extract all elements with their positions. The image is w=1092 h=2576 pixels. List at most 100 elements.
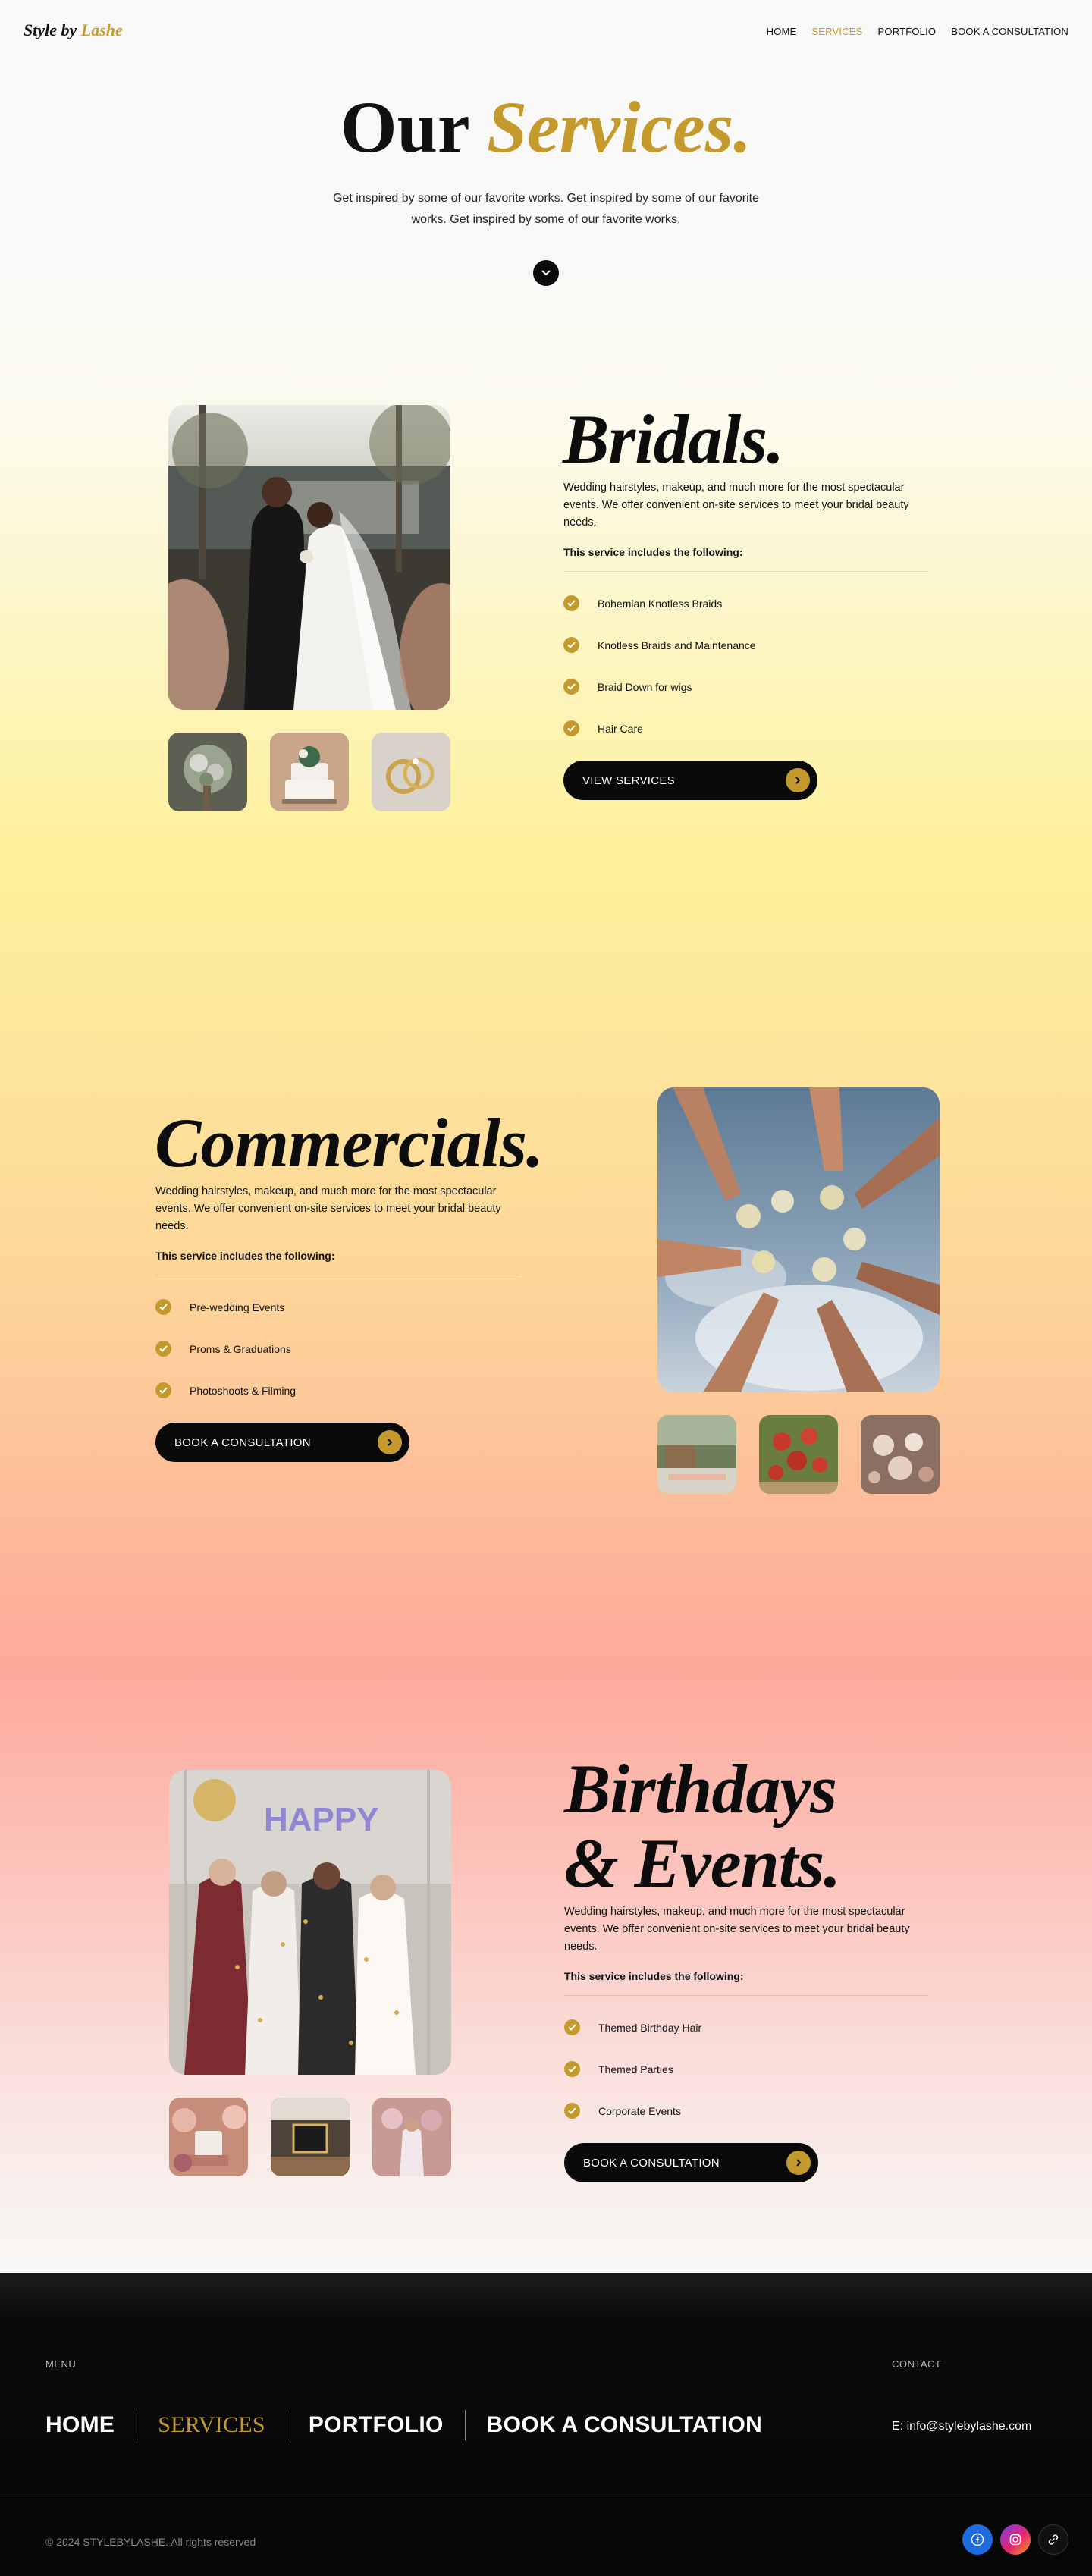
check-icon bbox=[563, 637, 579, 653]
list-item: Pre-wedding Events bbox=[155, 1286, 296, 1328]
birthdays-title: Birthdays & Events. bbox=[564, 1750, 841, 1902]
birthdays-service-list: Themed Birthday Hair Themed Parties Corp… bbox=[564, 2007, 701, 2132]
instagram-button[interactable] bbox=[1000, 2524, 1031, 2555]
commercials-subheading: This service includes the following: bbox=[155, 1250, 335, 1262]
footer-home-link[interactable]: HOME bbox=[46, 2412, 115, 2438]
social-links bbox=[962, 2524, 1068, 2555]
list-item-label: Proms & Graduations bbox=[190, 1342, 291, 1355]
footer-services-link[interactable]: SERVICES bbox=[158, 2412, 265, 2438]
view-services-button[interactable]: VIEW SERVICES bbox=[563, 761, 817, 800]
birthdays-title-line2: & Events. bbox=[564, 1825, 841, 1902]
hero-description: Get inspired by some of our favorite wor… bbox=[332, 192, 760, 226]
chevron-down-icon bbox=[541, 270, 551, 276]
list-item: Themed Birthday Hair bbox=[564, 2007, 701, 2048]
birthdays-divider bbox=[564, 1995, 928, 1996]
footer-menu-label: MENU bbox=[46, 2358, 77, 2370]
facebook-button[interactable] bbox=[962, 2524, 993, 2555]
footer-book-consultation-link[interactable]: BOOK A CONSULTATION bbox=[487, 2412, 762, 2438]
book-consultation-label: BOOK A CONSULTATION bbox=[174, 1435, 311, 1449]
bridals-thumb-bouquet[interactable] bbox=[168, 733, 247, 811]
page-title-accent: Services. bbox=[486, 86, 752, 168]
list-item-label: Corporate Events bbox=[598, 2104, 681, 2117]
list-item-label: Photoshoots & Filming bbox=[190, 1384, 297, 1397]
birthdays-thumb-party[interactable] bbox=[372, 2098, 451, 2176]
nav-portfolio-link[interactable]: PORTFOLIO bbox=[878, 26, 937, 37]
chevron-right-icon bbox=[378, 1430, 402, 1454]
site-header: Style by Lashe HOME SERVICES PORTFOLIO B… bbox=[0, 0, 1092, 62]
instagram-icon bbox=[1009, 2534, 1021, 2546]
list-item-label: Bohemian Knotless Braids bbox=[598, 597, 723, 610]
footer-portfolio-link[interactable]: PORTFOLIO bbox=[309, 2412, 444, 2438]
list-item: Proms & Graduations bbox=[155, 1328, 296, 1370]
chevron-right-icon bbox=[786, 2151, 811, 2175]
commercials-thumb-table[interactable] bbox=[861, 1415, 940, 1494]
check-icon bbox=[564, 2103, 580, 2119]
list-item: Corporate Events bbox=[564, 2090, 701, 2132]
check-icon bbox=[564, 2019, 580, 2035]
footer-contact-label: CONTACT bbox=[892, 2358, 942, 2370]
bridals-subheading: This service includes the following: bbox=[563, 546, 743, 558]
list-item-label: Braid Down for wigs bbox=[598, 680, 692, 693]
page-title: Our Services. bbox=[0, 87, 1092, 168]
bridals-title: Bridals. bbox=[563, 400, 784, 478]
commercials-thumb-garden[interactable] bbox=[657, 1415, 736, 1494]
list-item: Themed Parties bbox=[564, 2048, 701, 2090]
bridals-divider bbox=[563, 571, 927, 572]
list-item: Hair Care bbox=[563, 708, 756, 749]
bridals-thumb-rings[interactable] bbox=[372, 733, 450, 811]
logo-text: Style by bbox=[24, 20, 77, 39]
commercials-thumb-flowers[interactable] bbox=[759, 1415, 838, 1494]
site-footer: MENU CONTACT HOME SERVICES PORTFOLIO BOO… bbox=[0, 2273, 1092, 2576]
check-icon bbox=[563, 679, 579, 695]
check-icon bbox=[563, 595, 579, 611]
check-icon bbox=[155, 1299, 171, 1315]
birthdays-thumb-cake[interactable] bbox=[169, 2098, 248, 2176]
services-page: Style by Lashe HOME SERVICES PORTFOLIO B… bbox=[0, 0, 1092, 2576]
birthdays-book-consultation-button[interactable]: BOOK A CONSULTATION bbox=[564, 2143, 818, 2182]
book-consultation-label: BOOK A CONSULTATION bbox=[583, 2156, 720, 2170]
page-title-plain: Our bbox=[340, 86, 469, 168]
nav-home-link[interactable]: HOME bbox=[767, 26, 797, 37]
birthdays-thumb-sign[interactable] bbox=[271, 2098, 350, 2176]
list-item-label: Knotless Braids and Maintenance bbox=[598, 639, 756, 651]
footer-nav: HOME SERVICES PORTFOLIO BOOK A CONSULTAT… bbox=[46, 2410, 762, 2440]
site-logo[interactable]: Style by Lashe bbox=[24, 20, 123, 40]
check-icon bbox=[155, 1382, 171, 1398]
birthdays-subheading: This service includes the following: bbox=[564, 1970, 744, 1982]
list-item: Photoshoots & Filming bbox=[155, 1370, 296, 1411]
main-nav: HOME SERVICES PORTFOLIO BOOK A CONSULTAT… bbox=[767, 26, 1068, 37]
list-item: Braid Down for wigs bbox=[563, 666, 756, 708]
scroll-down-button[interactable] bbox=[533, 260, 559, 286]
footer-separator bbox=[464, 2410, 466, 2440]
list-item: Knotless Braids and Maintenance bbox=[563, 624, 756, 666]
list-item-label: Themed Birthday Hair bbox=[598, 2021, 702, 2034]
view-services-label: VIEW SERVICES bbox=[582, 773, 675, 787]
birthdays-title-line1: Birthdays bbox=[564, 1750, 837, 1828]
copyright-text: © 2024 STYLEBYLASHE. All rights reserved bbox=[46, 2536, 256, 2548]
chevron-right-icon bbox=[786, 768, 810, 792]
commercials-service-list: Pre-wedding Events Proms & Graduations P… bbox=[155, 1286, 296, 1411]
nav-services-link[interactable]: SERVICES bbox=[811, 26, 862, 37]
nav-book-consultation-link[interactable]: BOOK A CONSULTATION bbox=[951, 26, 1068, 37]
commercials-main-photo bbox=[657, 1087, 940, 1392]
birthdays-description: Wedding hairstyles, makeup, and much mor… bbox=[564, 1906, 910, 1953]
facebook-icon bbox=[971, 2533, 984, 2546]
commercials-title: Commercials. bbox=[155, 1104, 544, 1181]
bridals-description: Wedding hairstyles, makeup, and much mor… bbox=[563, 482, 909, 529]
link-button[interactable] bbox=[1038, 2524, 1068, 2555]
list-item-label: Pre-wedding Events bbox=[190, 1301, 285, 1313]
svg-text:HAPPY: HAPPY bbox=[264, 1801, 379, 1838]
footer-email[interactable]: E: info@stylebylashe.com bbox=[892, 2420, 1031, 2433]
link-icon bbox=[1048, 2534, 1059, 2545]
check-icon bbox=[564, 2061, 580, 2077]
check-icon bbox=[155, 1341, 171, 1357]
bridals-main-photo bbox=[168, 405, 450, 710]
commercials-book-consultation-button[interactable]: BOOK A CONSULTATION bbox=[155, 1423, 410, 1462]
birthdays-main-photo: HAPPY bbox=[169, 1770, 451, 2075]
list-item-label: Themed Parties bbox=[598, 2063, 673, 2076]
bridals-thumb-cake[interactable] bbox=[270, 733, 349, 811]
bridals-service-list: Bohemian Knotless Braids Knotless Braids… bbox=[563, 582, 756, 749]
list-item-label: Hair Care bbox=[598, 722, 643, 735]
logo-accent-text: Lashe bbox=[80, 20, 123, 39]
commercials-description: Wedding hairstyles, makeup, and much mor… bbox=[155, 1185, 501, 1232]
